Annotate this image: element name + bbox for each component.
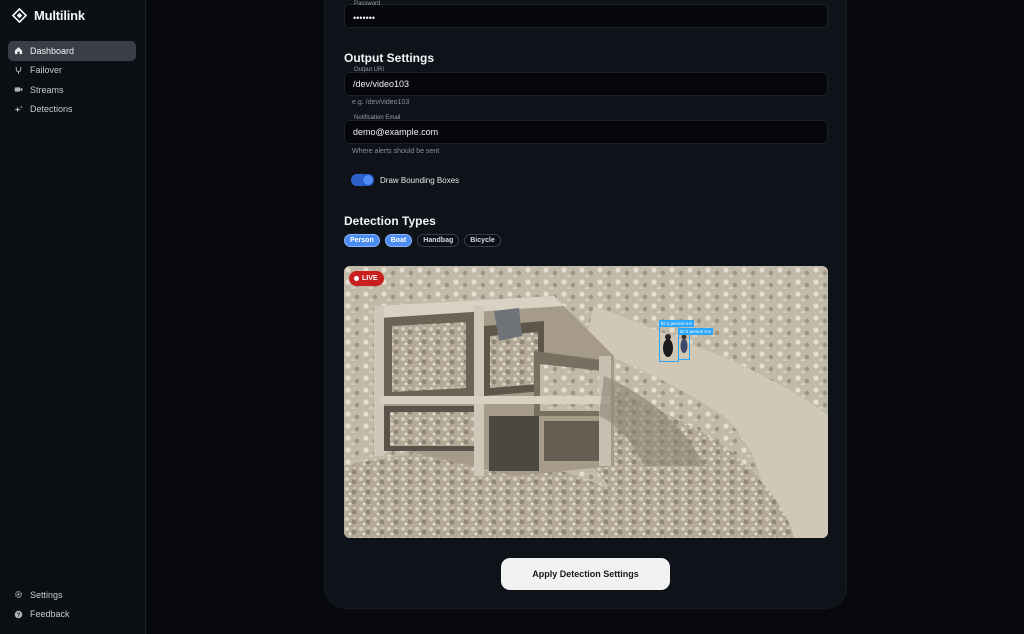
live-dot-icon bbox=[354, 276, 359, 281]
live-badge: LIVE bbox=[349, 271, 384, 286]
notification-email-field[interactable]: Notification Email demo@example.com bbox=[344, 115, 828, 144]
toggle-knob bbox=[362, 174, 374, 186]
detection-type-chips: Person Boat Handbag Bicycle bbox=[344, 234, 501, 247]
live-video-preview[interactable]: LIVE ID:1 person 0.6 ID:2 person 0.5 bbox=[344, 266, 828, 538]
brand[interactable]: Multilink bbox=[12, 8, 85, 23]
sidebar-item-label: Streams bbox=[30, 84, 64, 95]
output-settings-title: Output Settings bbox=[344, 51, 434, 65]
sidebar-item-streams[interactable]: Streams bbox=[8, 80, 136, 100]
output-uri-value: /dev/video103 bbox=[353, 79, 410, 89]
output-uri-helper: e.g. /dev/video103 bbox=[352, 99, 410, 106]
video-frame-image bbox=[344, 266, 828, 538]
sidebar-bottom-nav: Settings ? Feedback bbox=[8, 585, 136, 624]
password-field[interactable]: Password ••••••• bbox=[344, 1, 828, 28]
sparkles-icon bbox=[14, 105, 23, 114]
draw-bounding-boxes-label: Draw Bounding Boxes bbox=[380, 176, 460, 185]
branch-icon bbox=[14, 66, 23, 75]
sidebar-item-label: Dashboard bbox=[30, 45, 75, 56]
output-uri-label: Output URI bbox=[354, 67, 385, 73]
sidebar-item-failover[interactable]: Failover bbox=[8, 61, 136, 81]
password-value: ••••••• bbox=[353, 13, 376, 23]
app-name: Multilink bbox=[34, 8, 85, 23]
draw-bounding-boxes-toggle[interactable] bbox=[351, 174, 374, 186]
sidebar: Multilink Dashboard Failover Streams Det… bbox=[0, 0, 146, 634]
notification-email-label: Notification Email bbox=[354, 115, 401, 121]
sidebar-item-label: Detections bbox=[30, 104, 73, 115]
sidebar-item-settings[interactable]: Settings bbox=[8, 585, 136, 605]
chip-bicycle[interactable]: Bicycle bbox=[464, 234, 501, 247]
sidebar-item-dashboard[interactable]: Dashboard bbox=[8, 41, 136, 61]
svg-text:?: ? bbox=[17, 612, 21, 618]
bbox-label: ID:2 person 0.5 bbox=[678, 328, 713, 335]
sidebar-item-detections[interactable]: Detections bbox=[8, 100, 136, 120]
notification-email-helper: Where alerts should be sent bbox=[352, 148, 440, 155]
sidebar-nav: Dashboard Failover Streams Detections bbox=[8, 41, 136, 119]
chip-boat[interactable]: Boat bbox=[384, 234, 413, 247]
gear-icon bbox=[14, 590, 23, 599]
chip-handbag[interactable]: Handbag bbox=[417, 234, 460, 247]
output-uri-field[interactable]: Output URI /dev/video103 bbox=[344, 67, 828, 96]
video-camera-icon bbox=[14, 85, 23, 94]
sidebar-item-label: Failover bbox=[30, 65, 63, 76]
home-icon bbox=[14, 46, 23, 55]
detection-bbox: ID:2 person 0.5 bbox=[678, 328, 713, 360]
live-label: LIVE bbox=[362, 275, 378, 282]
sidebar-item-label: Feedback bbox=[30, 609, 70, 620]
detection-types-title: Detection Types bbox=[344, 214, 436, 228]
diamond-logo-icon bbox=[12, 8, 27, 23]
apply-detection-settings-button[interactable]: Apply Detection Settings bbox=[501, 558, 670, 590]
sidebar-item-label: Settings bbox=[30, 589, 63, 600]
sidebar-item-feedback[interactable]: ? Feedback bbox=[8, 605, 136, 625]
detection-bbox: ID:1 person 0.6 bbox=[659, 320, 694, 362]
bbox-label: ID:1 person 0.6 bbox=[659, 320, 694, 327]
chip-person[interactable]: Person bbox=[344, 234, 380, 247]
help-circle-icon: ? bbox=[14, 610, 23, 619]
password-label: Password bbox=[354, 1, 381, 7]
notification-email-value: demo@example.com bbox=[353, 127, 439, 137]
